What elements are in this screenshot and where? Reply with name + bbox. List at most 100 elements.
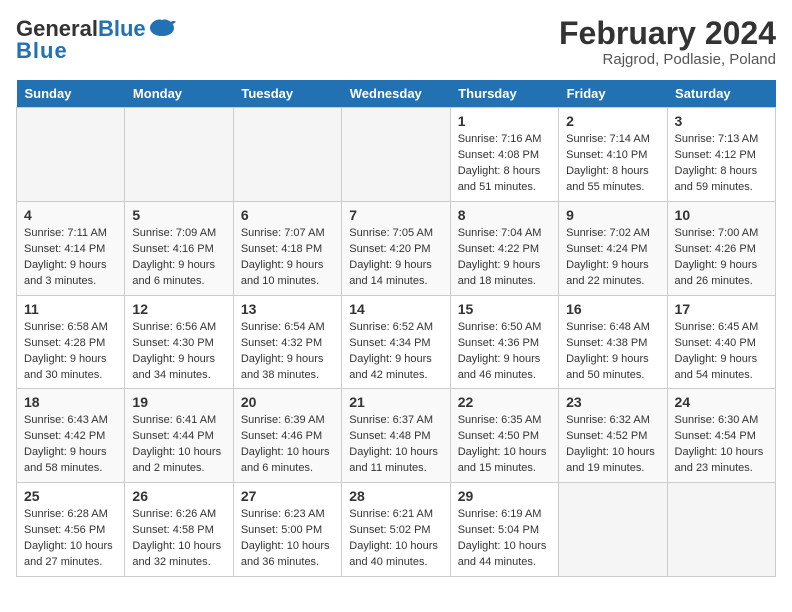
day-info: Sunrise: 7:07 AMSunset: 4:18 PMDaylight:… xyxy=(241,226,334,290)
day-info: Sunrise: 7:14 AMSunset: 4:10 PMDaylight:… xyxy=(566,132,659,196)
day-number: 10 xyxy=(675,207,768,223)
table-row: 1 Sunrise: 7:16 AMSunset: 4:08 PMDaylight… xyxy=(450,108,558,202)
header-thursday: Thursday xyxy=(450,80,558,108)
day-info: Sunrise: 6:35 AMSunset: 4:50 PMDaylight:… xyxy=(458,413,551,477)
day-number: 7 xyxy=(349,207,442,223)
day-info: Sunrise: 6:23 AMSunset: 5:00 PMDaylight:… xyxy=(241,507,334,571)
header-sunday: Sunday xyxy=(17,80,125,108)
day-number: 16 xyxy=(566,301,659,317)
day-info: Sunrise: 6:50 AMSunset: 4:36 PMDaylight:… xyxy=(458,320,551,384)
day-number: 15 xyxy=(458,301,551,317)
table-row: 14 Sunrise: 6:52 AMSunset: 4:34 PMDayligh… xyxy=(342,295,450,389)
table-row: 2 Sunrise: 7:14 AMSunset: 4:10 PMDaylight… xyxy=(559,108,667,202)
table-row: 26 Sunrise: 6:26 AMSunset: 4:58 PMDayligh… xyxy=(125,483,233,577)
day-info: Sunrise: 6:26 AMSunset: 4:58 PMDaylight:… xyxy=(132,507,225,571)
day-number: 19 xyxy=(132,394,225,410)
day-number: 20 xyxy=(241,394,334,410)
table-row xyxy=(233,108,341,202)
header-wednesday: Wednesday xyxy=(342,80,450,108)
day-number: 17 xyxy=(675,301,768,317)
day-info: Sunrise: 7:05 AMSunset: 4:20 PMDaylight:… xyxy=(349,226,442,290)
day-number: 11 xyxy=(24,301,117,317)
day-number: 23 xyxy=(566,394,659,410)
day-info: Sunrise: 6:41 AMSunset: 4:44 PMDaylight:… xyxy=(132,413,225,477)
table-row: 5Sunrise: 7:09 AMSunset: 4:16 PMDaylight… xyxy=(125,201,233,295)
day-number: 22 xyxy=(458,394,551,410)
day-info: Sunrise: 7:00 AMSunset: 4:26 PMDaylight:… xyxy=(675,226,768,290)
logo-blue: Blue xyxy=(98,16,146,41)
day-info: Sunrise: 7:16 AMSunset: 4:08 PMDaylight:… xyxy=(458,132,551,196)
page-subtitle: Rajgrod, Podlasie, Poland xyxy=(559,51,776,68)
calendar-week-row: 11 Sunrise: 6:58 AMSunset: 4:28 PMDayligh… xyxy=(17,295,776,389)
day-number: 12 xyxy=(132,301,225,317)
day-info: Sunrise: 6:45 AMSunset: 4:40 PMDaylight:… xyxy=(675,320,768,384)
page-title: February 2024 xyxy=(559,16,776,51)
table-row: 27Sunrise: 6:23 AMSunset: 5:00 PMDayligh… xyxy=(233,483,341,577)
logo-bird-icon xyxy=(148,18,176,40)
day-number: 6 xyxy=(241,207,334,223)
day-info: Sunrise: 6:30 AMSunset: 4:54 PMDaylight:… xyxy=(675,413,768,477)
day-number: 24 xyxy=(675,394,768,410)
day-info: Sunrise: 7:11 AMSunset: 4:14 PMDaylight:… xyxy=(24,226,117,290)
table-row xyxy=(342,108,450,202)
header-saturday: Saturday xyxy=(667,80,775,108)
day-info: Sunrise: 6:21 AMSunset: 5:02 PMDaylight:… xyxy=(349,507,442,571)
day-number: 3 xyxy=(675,113,768,129)
day-info: Sunrise: 6:19 AMSunset: 5:04 PMDaylight:… xyxy=(458,507,551,571)
day-info: Sunrise: 6:58 AMSunset: 4:28 PMDaylight:… xyxy=(24,320,117,384)
table-row: 9 Sunrise: 7:02 AMSunset: 4:24 PMDaylight… xyxy=(559,201,667,295)
table-row: 3 Sunrise: 7:13 AMSunset: 4:12 PMDaylight… xyxy=(667,108,775,202)
day-number: 2 xyxy=(566,113,659,129)
day-info: Sunrise: 6:43 AMSunset: 4:42 PMDaylight:… xyxy=(24,413,117,477)
table-row: 12 Sunrise: 6:56 AMSunset: 4:30 PMDayligh… xyxy=(125,295,233,389)
day-info: Sunrise: 7:13 AMSunset: 4:12 PMDaylight:… xyxy=(675,132,768,196)
table-row: 4 Sunrise: 7:11 AMSunset: 4:14 PMDaylight… xyxy=(17,201,125,295)
day-number: 29 xyxy=(458,488,551,504)
table-row: 25 Sunrise: 6:28 AMSunset: 4:56 PMDayligh… xyxy=(17,483,125,577)
day-number: 28 xyxy=(349,488,442,504)
day-info: Sunrise: 6:48 AMSunset: 4:38 PMDaylight:… xyxy=(566,320,659,384)
calendar-week-row: 18Sunrise: 6:43 AMSunset: 4:42 PMDayligh… xyxy=(17,389,776,483)
day-number: 26 xyxy=(132,488,225,504)
header-friday: Friday xyxy=(559,80,667,108)
table-row xyxy=(667,483,775,577)
day-info: Sunrise: 7:04 AMSunset: 4:22 PMDaylight:… xyxy=(458,226,551,290)
table-row: 16 Sunrise: 6:48 AMSunset: 4:38 PMDayligh… xyxy=(559,295,667,389)
table-row xyxy=(125,108,233,202)
day-info: Sunrise: 6:56 AMSunset: 4:30 PMDaylight:… xyxy=(132,320,225,384)
table-row: 17 Sunrise: 6:45 AMSunset: 4:40 PMDayligh… xyxy=(667,295,775,389)
day-info: Sunrise: 6:28 AMSunset: 4:56 PMDaylight:… xyxy=(24,507,117,571)
table-row: 22 Sunrise: 6:35 AMSunset: 4:50 PMDayligh… xyxy=(450,389,558,483)
day-info: Sunrise: 7:09 AMSunset: 4:16 PMDaylight:… xyxy=(132,226,225,290)
day-number: 21 xyxy=(349,394,442,410)
table-row: 10 Sunrise: 7:00 AMSunset: 4:26 PMDayligh… xyxy=(667,201,775,295)
table-row: 28 Sunrise: 6:21 AMSunset: 5:02 PMDayligh… xyxy=(342,483,450,577)
table-row: 7 Sunrise: 7:05 AMSunset: 4:20 PMDaylight… xyxy=(342,201,450,295)
table-row: 21Sunrise: 6:37 AMSunset: 4:48 PMDayligh… xyxy=(342,389,450,483)
day-number: 14 xyxy=(349,301,442,317)
day-number: 1 xyxy=(458,113,551,129)
table-row: 24 Sunrise: 6:30 AMSunset: 4:54 PMDayligh… xyxy=(667,389,775,483)
table-row: 19 Sunrise: 6:41 AMSunset: 4:44 PMDayligh… xyxy=(125,389,233,483)
weekday-header-row: Sunday Monday Tuesday Wednesday Thursday… xyxy=(17,80,776,108)
table-row: 13Sunrise: 6:54 AMSunset: 4:32 PMDayligh… xyxy=(233,295,341,389)
day-number: 9 xyxy=(566,207,659,223)
day-info: Sunrise: 7:02 AMSunset: 4:24 PMDaylight:… xyxy=(566,226,659,290)
calendar-table: Sunday Monday Tuesday Wednesday Thursday… xyxy=(16,80,776,577)
day-number: 4 xyxy=(24,207,117,223)
day-info: Sunrise: 6:32 AMSunset: 4:52 PMDaylight:… xyxy=(566,413,659,477)
title-area: February 2024 Rajgrod, Podlasie, Poland xyxy=(559,16,776,68)
day-info: Sunrise: 6:39 AMSunset: 4:46 PMDaylight:… xyxy=(241,413,334,477)
table-row: 18Sunrise: 6:43 AMSunset: 4:42 PMDayligh… xyxy=(17,389,125,483)
day-number: 8 xyxy=(458,207,551,223)
table-row: 20 Sunrise: 6:39 AMSunset: 4:46 PMDayligh… xyxy=(233,389,341,483)
day-number: 25 xyxy=(24,488,117,504)
table-row: 6 Sunrise: 7:07 AMSunset: 4:18 PMDaylight… xyxy=(233,201,341,295)
table-row: 11 Sunrise: 6:58 AMSunset: 4:28 PMDayligh… xyxy=(17,295,125,389)
header-tuesday: Tuesday xyxy=(233,80,341,108)
page-header: GeneralBlue Blue February 2024 Rajgrod, … xyxy=(16,16,776,68)
calendar-week-row: 1 Sunrise: 7:16 AMSunset: 4:08 PMDaylight… xyxy=(17,108,776,202)
table-row: 8 Sunrise: 7:04 AMSunset: 4:22 PMDaylight… xyxy=(450,201,558,295)
day-info: Sunrise: 6:52 AMSunset: 4:34 PMDaylight:… xyxy=(349,320,442,384)
table-row: 23 Sunrise: 6:32 AMSunset: 4:52 PMDayligh… xyxy=(559,389,667,483)
